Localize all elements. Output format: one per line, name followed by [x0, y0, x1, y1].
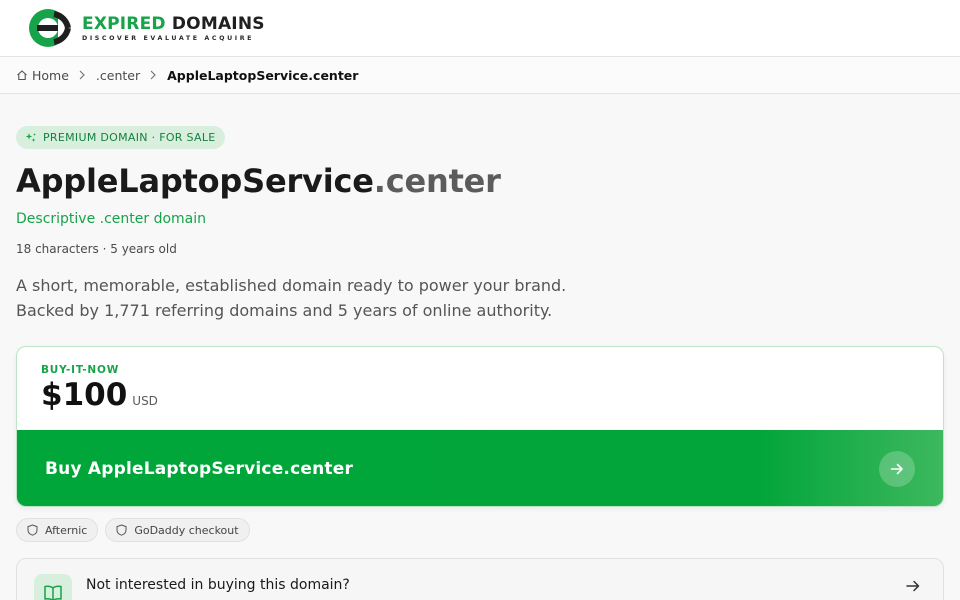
shield-icon: [116, 524, 127, 536]
domain-tld: .center: [373, 162, 501, 200]
chevron-right-icon: [79, 70, 85, 80]
home-icon: [17, 70, 27, 81]
logo[interactable]: EXPIRED DOMAINS DISCOVER EVALUATE ACQUIR…: [24, 8, 265, 48]
domain-title: AppleLaptopService.center: [16, 162, 501, 200]
domain-name: AppleLaptopService: [16, 162, 374, 200]
premium-badge: PREMIUM DOMAIN · FOR SALE: [16, 126, 225, 149]
breadcrumb-current: AppleLaptopService.center: [167, 67, 359, 83]
arrow-right-icon[interactable]: [905, 578, 921, 594]
chip-label: Afternic: [45, 523, 88, 537]
price: $100 USD: [41, 377, 158, 413]
breadcrumb-tld[interactable]: .center: [96, 68, 140, 83]
chip-label: GoDaddy checkout: [134, 523, 239, 537]
buy-button[interactable]: Buy AppleLaptopService.center: [17, 430, 943, 506]
arrow-right-icon: [890, 463, 903, 475]
logo-mark-icon: [29, 9, 72, 47]
alternative-text: Not interested in buying this domain?: [86, 577, 350, 593]
logo-tagline: DISCOVER EVALUATE ACQUIRE: [82, 34, 255, 42]
breadcrumb-home[interactable]: Home: [16, 68, 69, 83]
site-header: EXPIRED DOMAINS DISCOVER EVALUATE ACQUIR…: [0, 0, 960, 57]
price-currency: USD: [132, 394, 158, 408]
badge-label: PREMIUM DOMAIN · FOR SALE: [43, 131, 216, 144]
book-icon-tile: [34, 574, 72, 600]
sparkle-icon: [25, 132, 36, 142]
domain-subtitle: Descriptive .center domain: [16, 211, 207, 227]
pricing-card: BUY-IT-NOW $100 USD Buy AppleLaptopServi…: [16, 346, 944, 507]
checkout-chips: Afternic GoDaddy checkout: [16, 518, 250, 542]
pricing-label: BUY-IT-NOW: [41, 364, 120, 376]
chip-godaddy: GoDaddy checkout: [105, 518, 250, 542]
description-line-2: Backed by 1,771 referring domains and 5 …: [16, 300, 553, 320]
breadcrumb-home-label: Home: [32, 67, 69, 83]
domain-description: A short, memorable, established domain r…: [16, 274, 636, 323]
chip-afternic: Afternic: [16, 518, 99, 542]
description-line-1: A short, memorable, established domain r…: [16, 276, 567, 295]
breadcrumb: Home .center AppleLaptopService.center: [0, 57, 960, 94]
alternative-card[interactable]: Not interested in buying this domain?: [16, 558, 944, 600]
book-icon: [44, 585, 62, 600]
domain-meta: 18 characters · 5 years old: [16, 242, 177, 256]
price-amount: $100: [41, 377, 128, 413]
shield-icon: [27, 524, 38, 536]
logo-title: EXPIRED DOMAINS: [82, 13, 265, 34]
buy-button-label: Buy AppleLaptopService.center: [45, 459, 354, 479]
buy-arrow: [879, 451, 915, 487]
chevron-right-icon: [150, 70, 156, 80]
